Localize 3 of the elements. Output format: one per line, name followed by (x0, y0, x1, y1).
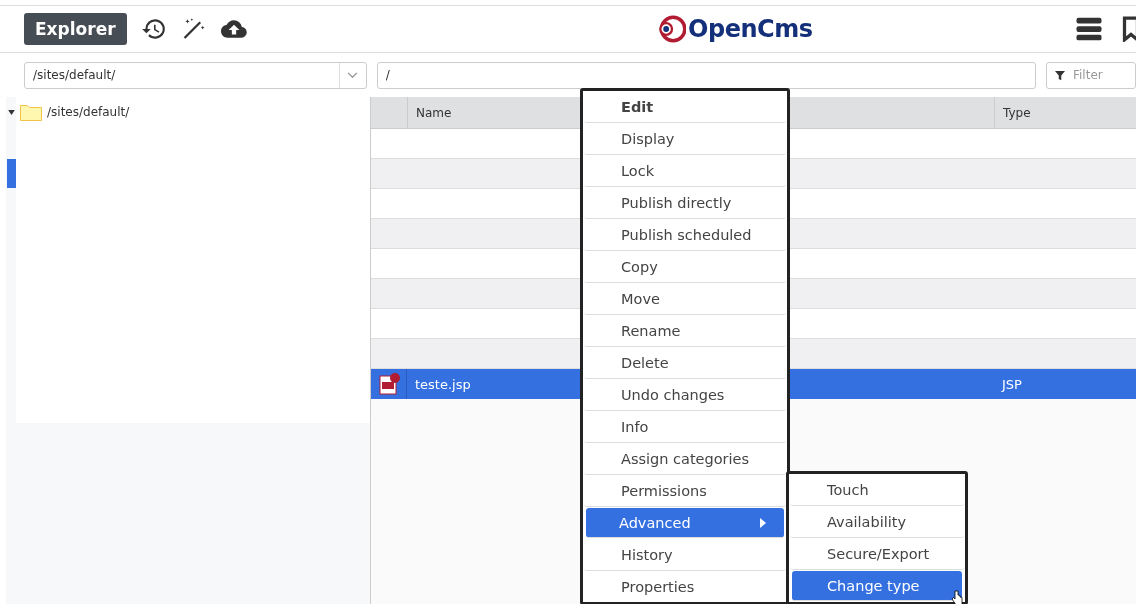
logo-text: OpenCms (688, 15, 813, 43)
table-cell-text: JSP (1000, 375, 1023, 394)
table-cell: teste.jsp (415, 376, 471, 392)
